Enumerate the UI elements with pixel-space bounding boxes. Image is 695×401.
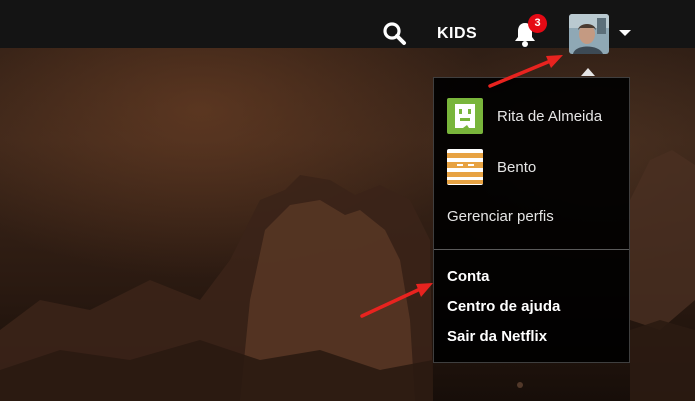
help-center-link[interactable]: Centro de ajuda (447, 298, 560, 315)
user-photo-avatar (569, 14, 609, 54)
green-face-avatar (447, 98, 483, 134)
profile-name: Bento (497, 158, 537, 176)
search-icon (383, 22, 406, 45)
top-navigation-bar: KIDS 3 (0, 0, 695, 54)
caret-down-icon[interactable] (619, 30, 631, 36)
orange-stripes-avatar (447, 149, 483, 185)
profile-item-bento[interactable]: Bento (447, 149, 536, 185)
profile-name: Rita de Almeida (497, 107, 603, 125)
profile-item-rita[interactable]: Rita de Almeida (447, 98, 602, 134)
profile-dropdown-menu: Rita de Almeida Bento Gerenciar perfis C… (433, 77, 630, 363)
sign-out-link[interactable]: Sair da Netflix (447, 328, 547, 345)
account-link[interactable]: Conta (447, 268, 490, 285)
notification-count-badge: 3 (528, 14, 547, 33)
divider (434, 249, 629, 250)
kids-link[interactable]: KIDS (437, 25, 477, 43)
search-button[interactable] (382, 21, 408, 47)
menu-pointer (581, 68, 595, 76)
manage-profiles-link[interactable]: Gerenciar perfis (447, 208, 554, 225)
avatar[interactable] (569, 14, 609, 54)
